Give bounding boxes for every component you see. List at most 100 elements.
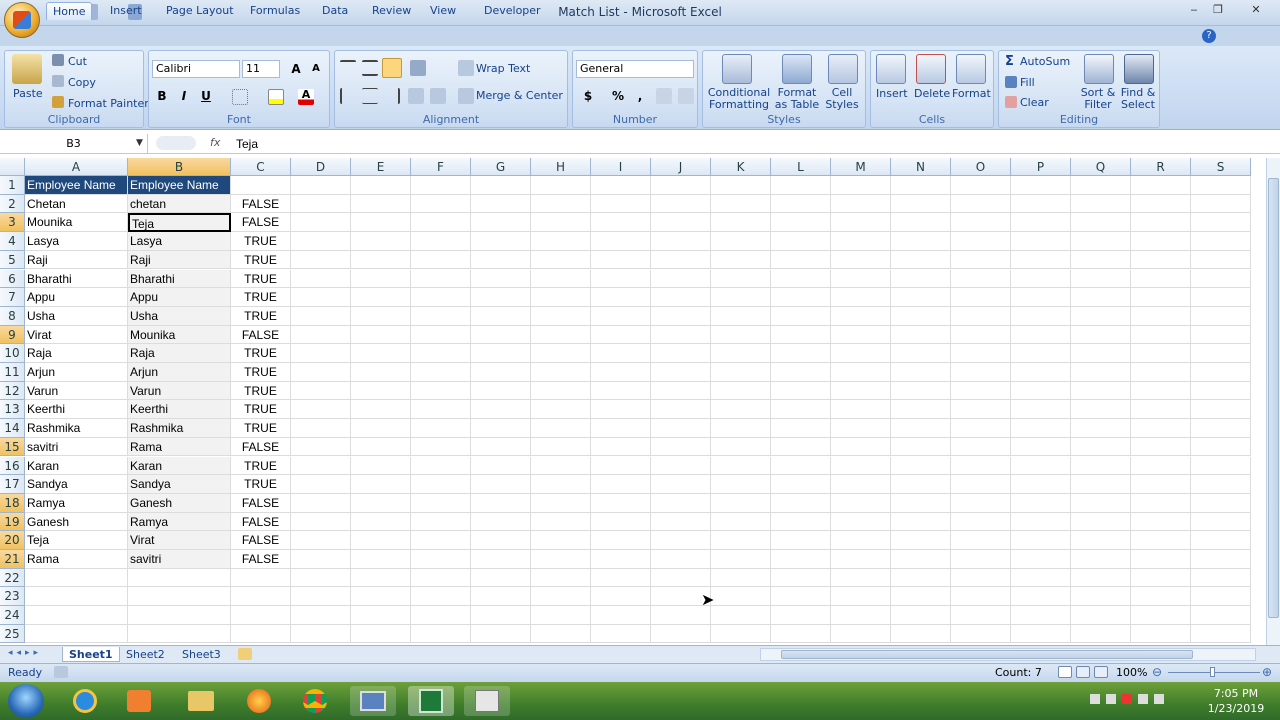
cell-j5[interactable] [651, 250, 711, 270]
cell-i23[interactable] [591, 587, 651, 607]
cell-p2[interactable] [1011, 194, 1071, 214]
cell-d13[interactable] [291, 400, 351, 420]
cell-i9[interactable] [591, 325, 651, 345]
cell-g15[interactable] [471, 437, 531, 457]
cell-e14[interactable] [351, 419, 411, 438]
cell-k1[interactable] [711, 176, 771, 195]
fill-color-icon[interactable] [268, 89, 284, 105]
font-name-combo[interactable]: Calibri [152, 60, 240, 78]
cell-e24[interactable] [351, 606, 411, 625]
sort-filter-button[interactable]: Sort & Filter [1078, 87, 1118, 111]
cell-i21[interactable] [591, 550, 651, 569]
cell-g8[interactable] [471, 306, 531, 326]
cell-j6[interactable] [651, 269, 711, 289]
cell-b13[interactable]: Keerthi [128, 400, 231, 420]
cell-r17[interactable] [1131, 475, 1191, 494]
cell-l10[interactable] [771, 344, 831, 363]
cell-b1[interactable]: Employee Name [128, 176, 231, 195]
cell-k2[interactable] [711, 194, 771, 214]
align-top-icon[interactable] [340, 60, 356, 76]
cell-p19[interactable] [1011, 512, 1071, 532]
cell-a6[interactable]: Bharathi [25, 269, 128, 289]
cell-r15[interactable] [1131, 437, 1191, 457]
cell-j9[interactable] [651, 325, 711, 345]
cell-l23[interactable] [771, 587, 831, 607]
column-header-f[interactable]: F [411, 158, 471, 176]
cell-j20[interactable] [651, 531, 711, 550]
cell-q8[interactable] [1071, 306, 1131, 326]
tab-view[interactable]: View [424, 2, 462, 20]
office-button[interactable] [4, 2, 40, 38]
cell-g6[interactable] [471, 269, 531, 289]
cell-o4[interactable] [951, 232, 1011, 251]
cell-c24[interactable] [231, 606, 291, 625]
cell-j15[interactable] [651, 437, 711, 457]
cell-e13[interactable] [351, 400, 411, 420]
format-cells-button[interactable]: Format [952, 87, 991, 100]
cell-o18[interactable] [951, 493, 1011, 513]
cell-i8[interactable] [591, 306, 651, 326]
cell-c19[interactable]: FALSE [231, 512, 291, 532]
cell-f7[interactable] [411, 288, 471, 307]
cell-r19[interactable] [1131, 512, 1191, 532]
cell-e15[interactable] [351, 437, 411, 457]
cell-h15[interactable] [531, 437, 591, 457]
cell-k20[interactable] [711, 531, 771, 550]
cell-l3[interactable] [771, 213, 831, 233]
cell-n18[interactable] [891, 493, 951, 513]
shrink-font-button[interactable]: A [306, 60, 326, 78]
macro-record-icon[interactable] [54, 666, 68, 678]
cell-j17[interactable] [651, 475, 711, 494]
number-format-combo[interactable]: General [576, 60, 694, 78]
cell-h9[interactable] [531, 325, 591, 345]
cell-r13[interactable] [1131, 400, 1191, 420]
cell-q6[interactable] [1071, 269, 1131, 289]
cell-p17[interactable] [1011, 475, 1071, 494]
cell-k25[interactable] [711, 624, 771, 644]
cell-a15[interactable]: savitri [25, 437, 128, 457]
cell-m15[interactable] [831, 437, 891, 457]
cell-j4[interactable] [651, 232, 711, 251]
cell-g5[interactable] [471, 250, 531, 270]
name-box[interactable]: B3 [0, 134, 148, 154]
cell-e17[interactable] [351, 475, 411, 494]
cell-q13[interactable] [1071, 400, 1131, 420]
cell-n3[interactable] [891, 213, 951, 233]
cell-d21[interactable] [291, 550, 351, 569]
cell-g9[interactable] [471, 325, 531, 345]
sheet-tab-1[interactable]: Sheet1 [62, 647, 120, 662]
cell-d7[interactable] [291, 288, 351, 307]
currency-button[interactable]: $ [578, 87, 598, 105]
cell-l12[interactable] [771, 381, 831, 401]
cell-a18[interactable]: Ramya [25, 493, 128, 513]
cell-c7[interactable]: TRUE [231, 288, 291, 307]
cell-l25[interactable] [771, 624, 831, 644]
cell-q12[interactable] [1071, 381, 1131, 401]
cell-c4[interactable]: TRUE [231, 232, 291, 251]
cell-g4[interactable] [471, 232, 531, 251]
cell-r7[interactable] [1131, 288, 1191, 307]
cell-o2[interactable] [951, 194, 1011, 214]
cell-s22[interactable] [1191, 568, 1251, 588]
cell-n6[interactable] [891, 269, 951, 289]
cell-k6[interactable] [711, 269, 771, 289]
cell-m7[interactable] [831, 288, 891, 307]
cell-s20[interactable] [1191, 531, 1251, 550]
cell-a4[interactable]: Lasya [25, 232, 128, 251]
cell-l19[interactable] [771, 512, 831, 532]
column-header-l[interactable]: L [771, 158, 831, 176]
cell-g3[interactable] [471, 213, 531, 233]
cell-h19[interactable] [531, 512, 591, 532]
cell-b23[interactable] [128, 587, 231, 607]
sheet-nav-icons[interactable]: ◂◂▸▸ [8, 648, 42, 658]
cell-r14[interactable] [1131, 419, 1191, 438]
cell-r18[interactable] [1131, 493, 1191, 513]
cell-b22[interactable] [128, 568, 231, 588]
row-header-1[interactable]: 1 [0, 176, 25, 195]
normal-view-icon[interactable] [1058, 666, 1072, 678]
cell-f22[interactable] [411, 568, 471, 588]
cell-a1[interactable]: Employee Name [25, 176, 128, 195]
cell-g7[interactable] [471, 288, 531, 307]
sort-filter-icon[interactable] [1084, 54, 1114, 84]
insert-cells-icon[interactable] [876, 54, 906, 84]
